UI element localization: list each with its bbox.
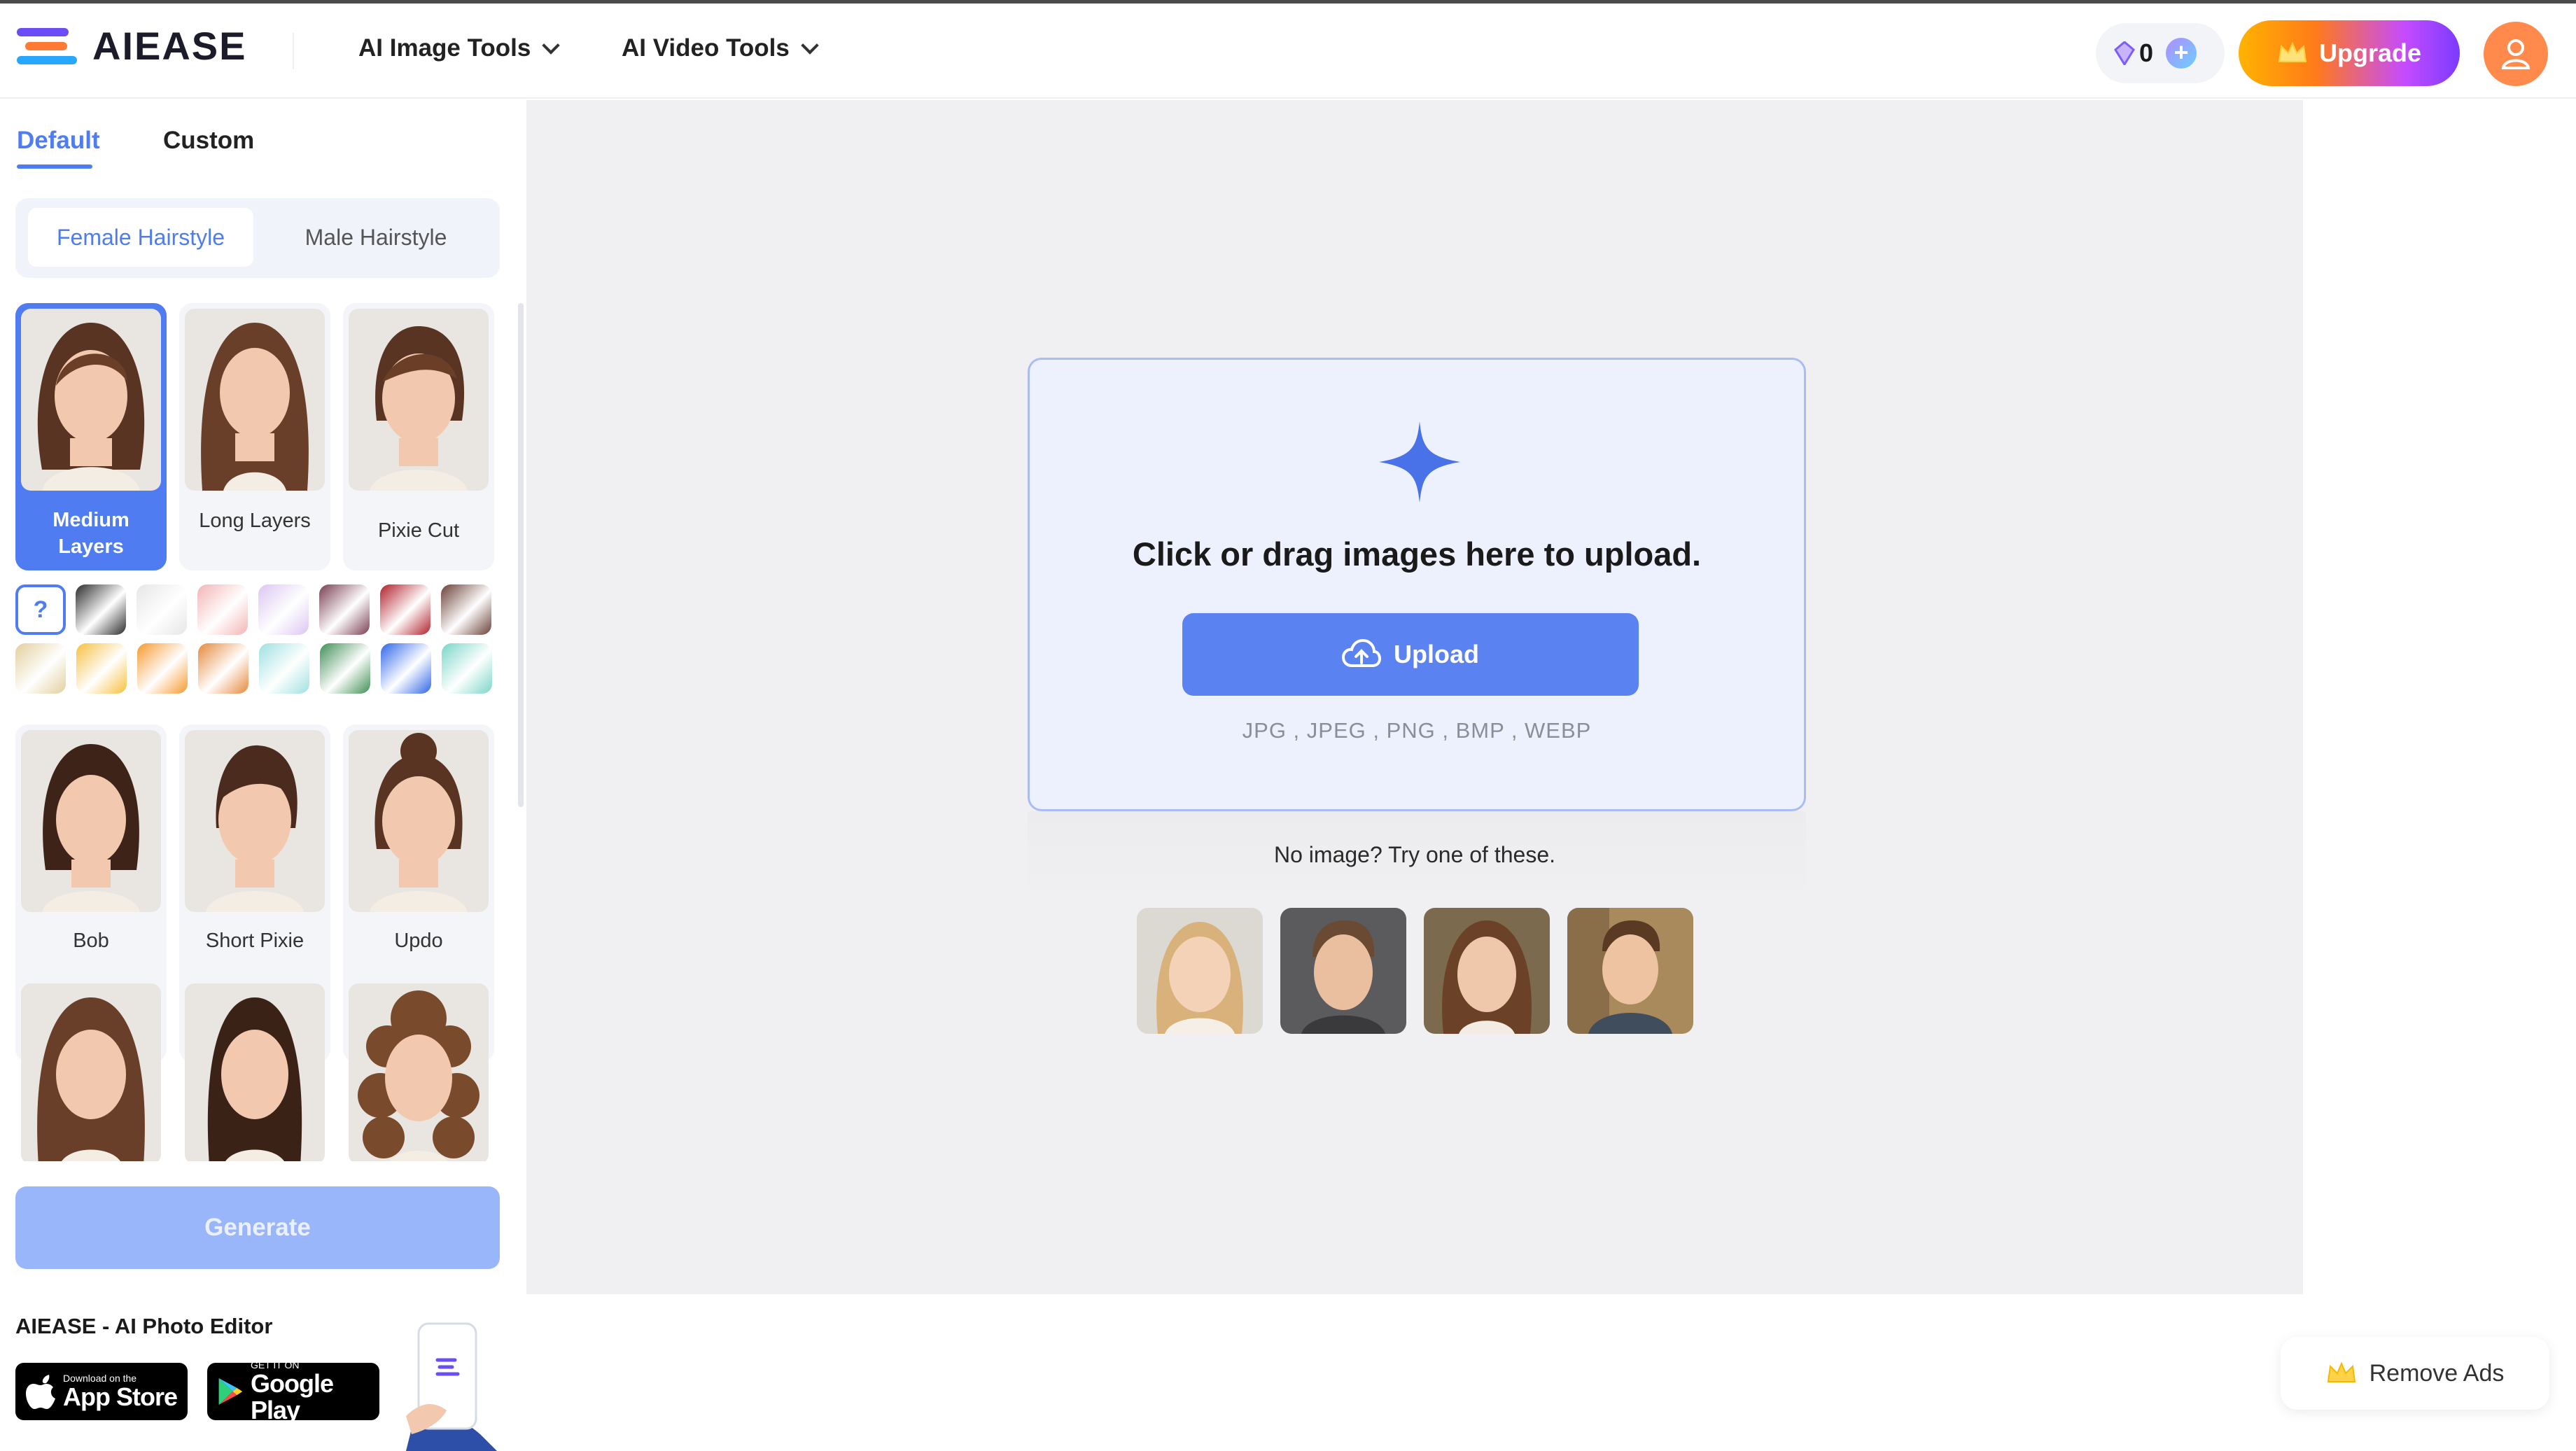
app-store-text: Download on the App Store bbox=[63, 1373, 178, 1411]
upload-button[interactable]: Upload bbox=[1182, 613, 1639, 696]
female-hairstyle-button[interactable]: Female Hairstyle bbox=[28, 208, 253, 267]
user-icon bbox=[2501, 39, 2530, 69]
hair-color-swatch[interactable] bbox=[381, 643, 431, 694]
hairstyle-thumbnail bbox=[185, 309, 325, 491]
card-grid-fade bbox=[0, 1161, 518, 1182]
apple-icon bbox=[26, 1375, 55, 1409]
style-card-pixie-cut[interactable]: Pixie Cut bbox=[343, 303, 494, 570]
random-color-swatch[interactable]: ? bbox=[15, 584, 66, 635]
nav-ai-video-tools[interactable]: AI Video Tools bbox=[622, 34, 819, 62]
hair-color-swatch[interactable] bbox=[441, 584, 491, 635]
hair-color-swatch[interactable] bbox=[15, 643, 66, 694]
nav-ai-image-tools[interactable]: AI Image Tools bbox=[358, 34, 561, 62]
brand-logo[interactable]: AIEASE bbox=[17, 23, 247, 69]
tab-default[interactable]: Default bbox=[17, 127, 100, 155]
hair-color-swatch[interactable] bbox=[198, 643, 248, 694]
hair-color-swatch[interactable] bbox=[258, 584, 309, 635]
hair-color-swatch[interactable] bbox=[76, 643, 127, 694]
hair-color-swatch[interactable] bbox=[320, 643, 370, 694]
cloud-upload-icon bbox=[1342, 639, 1381, 667]
sparkle-plus-icon bbox=[1379, 421, 1460, 503]
chevron-down-icon bbox=[542, 36, 561, 55]
credit-gem-icon bbox=[2114, 41, 2135, 65]
hair-color-swatch[interactable] bbox=[197, 584, 248, 635]
style-card-medium-layers[interactable]: Medium Layers bbox=[15, 303, 167, 570]
sample-image-1[interactable] bbox=[1137, 908, 1263, 1034]
upload-instructions: Click or drag images here to upload. bbox=[1132, 535, 1702, 573]
logo-mark-icon bbox=[17, 24, 78, 69]
style-label: Bob bbox=[73, 930, 109, 952]
brand-name: AIEASE bbox=[92, 24, 247, 68]
app-store-big-text: App Store bbox=[63, 1382, 178, 1411]
hairstyle-thumbnail bbox=[349, 983, 489, 1164]
supported-formats: JPG , JPEG , PNG , BMP , WEBP bbox=[1242, 718, 1592, 743]
hairstyle-thumbnail bbox=[349, 309, 489, 491]
sidebar-scrollbar[interactable] bbox=[518, 303, 524, 807]
upload-canvas: Click or drag images here to upload. Upl… bbox=[526, 100, 2303, 1294]
user-avatar[interactable] bbox=[2484, 22, 2548, 86]
upload-button-label: Upload bbox=[1394, 640, 1479, 668]
chevron-down-icon bbox=[801, 36, 819, 55]
google-play-text: GET IT ON Google Play bbox=[251, 1359, 370, 1424]
app-store-badge[interactable]: Download on the App Store bbox=[15, 1363, 188, 1420]
upload-dropzone[interactable]: Click or drag images here to upload. Upl… bbox=[1028, 358, 1806, 811]
style-label: Medium Layers bbox=[52, 509, 130, 558]
add-credits-icon[interactable]: + bbox=[2166, 38, 2197, 69]
sample-image-2[interactable] bbox=[1280, 908, 1406, 1034]
credits-balance[interactable]: 0 + bbox=[2096, 23, 2225, 83]
hairstyle-thumbnail bbox=[21, 983, 161, 1164]
sample-image-4[interactable] bbox=[1567, 908, 1693, 1034]
style-label: Pixie Cut bbox=[377, 519, 460, 542]
hair-color-swatch[interactable] bbox=[76, 584, 126, 635]
style-label: Long Layers bbox=[199, 510, 311, 532]
hair-color-swatch[interactable] bbox=[136, 584, 187, 635]
tab-custom[interactable]: Custom bbox=[163, 127, 254, 155]
style-card-long-layers[interactable]: Long Layers bbox=[179, 303, 330, 570]
hairstyle-sidebar: Default Custom Female Hairstyle Male Hai… bbox=[0, 100, 526, 1451]
gender-toggle: Female Hairstyle Male Hairstyle bbox=[15, 198, 500, 278]
crown-icon bbox=[2278, 41, 2307, 62]
hair-color-swatch[interactable] bbox=[380, 584, 430, 635]
generate-button[interactable]: Generate bbox=[15, 1186, 500, 1269]
sample-prompt: No image? Try one of these. bbox=[1274, 842, 1555, 867]
google-play-big-text: Google Play bbox=[250, 1369, 334, 1424]
google-play-icon bbox=[218, 1378, 243, 1405]
style-label: Updo bbox=[394, 930, 443, 952]
nav-label: AI Video Tools bbox=[622, 34, 790, 62]
remove-ads-label: Remove Ads bbox=[2369, 1359, 2505, 1387]
hairstyle-thumbnail bbox=[21, 730, 161, 912]
hair-color-swatch[interactable] bbox=[442, 643, 492, 694]
upgrade-label: Upgrade bbox=[2318, 38, 2422, 67]
header-divider bbox=[293, 33, 294, 69]
hair-color-swatch[interactable] bbox=[259, 643, 309, 694]
phone-hand-illustration bbox=[406, 1322, 497, 1451]
nav-label: AI Image Tools bbox=[358, 34, 531, 62]
app-promo-title: AIEASE - AI Photo Editor bbox=[15, 1314, 273, 1338]
credits-count: 0 bbox=[2139, 38, 2154, 67]
upgrade-button[interactable]: Upgrade bbox=[2239, 20, 2460, 86]
remove-ads-button[interactable]: Remove Ads bbox=[2281, 1337, 2549, 1410]
hairstyle-thumbnail bbox=[185, 983, 325, 1164]
top-header: AIEASE AI Image Tools AI Video Tools 0 +… bbox=[0, 3, 2576, 99]
male-hairstyle-button[interactable]: Male Hairstyle bbox=[263, 208, 489, 267]
hair-color-swatch[interactable] bbox=[319, 584, 370, 635]
google-play-badge[interactable]: GET IT ON Google Play bbox=[207, 1359, 379, 1424]
hairstyle-thumbnail bbox=[21, 309, 161, 491]
hairstyle-thumbnail bbox=[349, 730, 489, 912]
hairstyle-thumbnail bbox=[185, 730, 325, 912]
sample-image-3[interactable] bbox=[1424, 908, 1550, 1034]
hair-color-swatch[interactable] bbox=[137, 643, 188, 694]
style-label: Short Pixie bbox=[205, 930, 304, 952]
active-tab-indicator bbox=[17, 164, 92, 169]
crown-icon bbox=[2327, 1361, 2356, 1382]
